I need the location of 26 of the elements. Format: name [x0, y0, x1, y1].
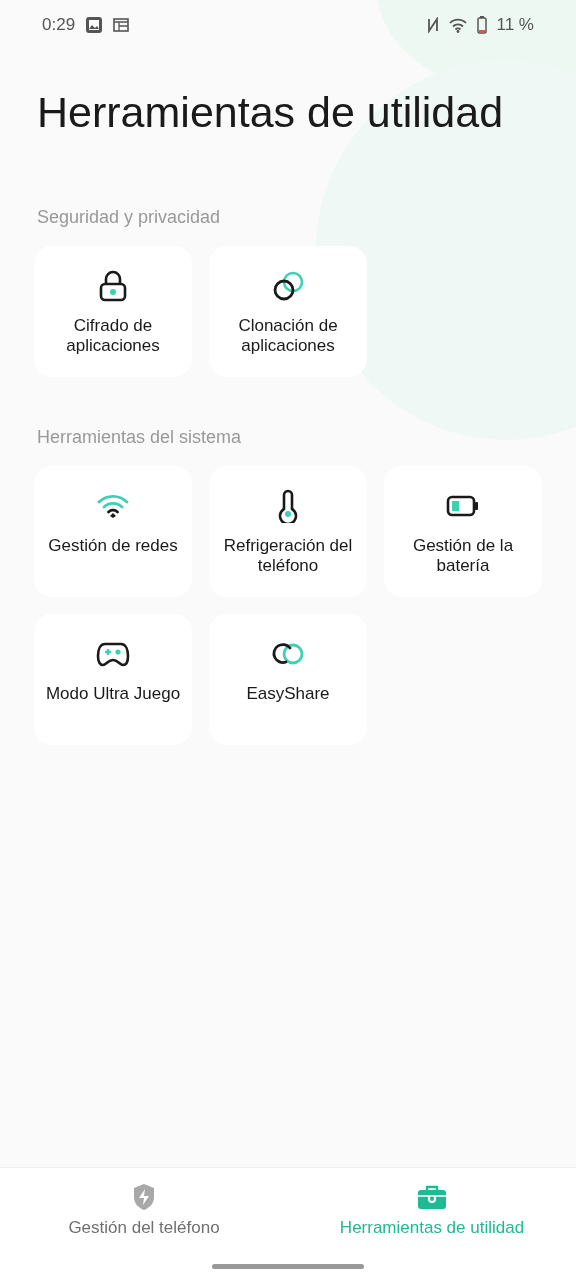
nfc-icon: [426, 17, 439, 33]
page-title: Herramientas de utilidad: [37, 88, 505, 137]
calendar-notification-icon: [113, 18, 130, 32]
shield-bolt-icon: [132, 1183, 156, 1211]
wifi-signal-icon: [448, 17, 467, 33]
section-heading: Seguridad y privacidad: [37, 207, 222, 228]
lock-icon: [98, 270, 128, 302]
tool-tile[interactable]: Gestión de redes: [34, 466, 192, 597]
battery-percentage: 11 %: [496, 15, 534, 35]
tool-tile[interactable]: Clonación de aplicaciones: [209, 246, 367, 377]
overlapping-circles-icon: [271, 270, 305, 302]
tool-tile[interactable]: EasyShare: [209, 614, 367, 745]
tool-tile[interactable]: Cifrado de aplicaciones: [34, 246, 192, 377]
wifi-icon: [97, 493, 129, 519]
clock: 0:29: [42, 15, 76, 35]
tool-tile[interactable]: Gestión de la batería: [384, 466, 542, 597]
tool-tile[interactable]: Refrigeración del teléfono: [209, 466, 367, 597]
gamepad-icon: [96, 641, 130, 667]
battery-icon: [446, 494, 480, 518]
nav-tab[interactable]: Gestión del teléfono: [0, 1182, 288, 1238]
toolbox-icon: [417, 1184, 447, 1210]
battery-status-icon: [476, 16, 487, 34]
section-heading: Herramientas del sistema: [37, 427, 243, 448]
tool-tile[interactable]: Modo Ultra Juego: [34, 614, 192, 745]
image-notification-icon: [85, 16, 104, 34]
thermometer-icon: [277, 489, 299, 523]
